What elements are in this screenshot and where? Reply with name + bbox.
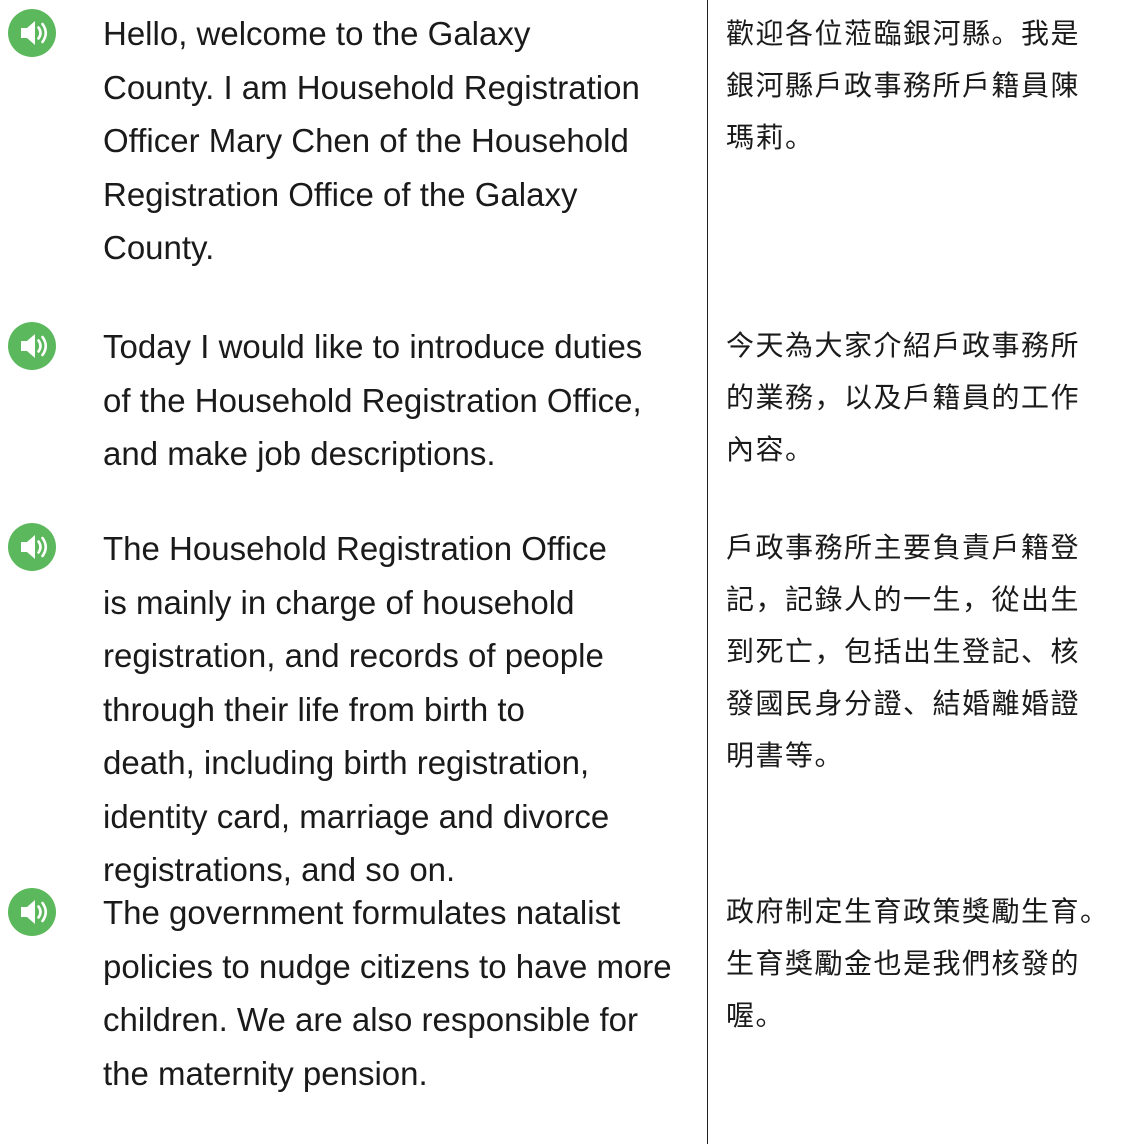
speaker-icon [8,9,56,57]
play-audio-button[interactable] [8,322,56,370]
english-text: The government formulates natalist polic… [103,894,672,1092]
play-audio-button[interactable] [8,888,56,936]
english-text: Hello, welcome to the Galaxy County. I a… [103,15,640,266]
english-text: The Household Registration Office is mai… [103,530,610,888]
english-text: Today I would like to introduce duties o… [103,328,643,472]
play-audio-button[interactable] [8,523,56,571]
speaker-icon [8,523,56,571]
chinese-text: 今天為大家介紹戶政事務所 的業務，以及戶籍員的工作 內容。 [726,329,1081,466]
chinese-text: 戶政事務所主要負責戶籍登 記，記錄人的一生，從出生 到死亡，包括出生登記、核 發… [726,531,1081,772]
speaker-icon [8,322,56,370]
chinese-text: 歡迎各位蒞臨銀河縣。我是 銀河縣戶政事務所戶籍員陳 瑪莉。 [726,17,1081,154]
play-audio-button[interactable] [8,9,56,57]
speaker-icon [8,888,56,936]
column-divider [707,0,708,1144]
chinese-text: 政府制定生育政策獎勵生育。 生育獎勵金也是我們核發的 喔。 [726,895,1110,1032]
